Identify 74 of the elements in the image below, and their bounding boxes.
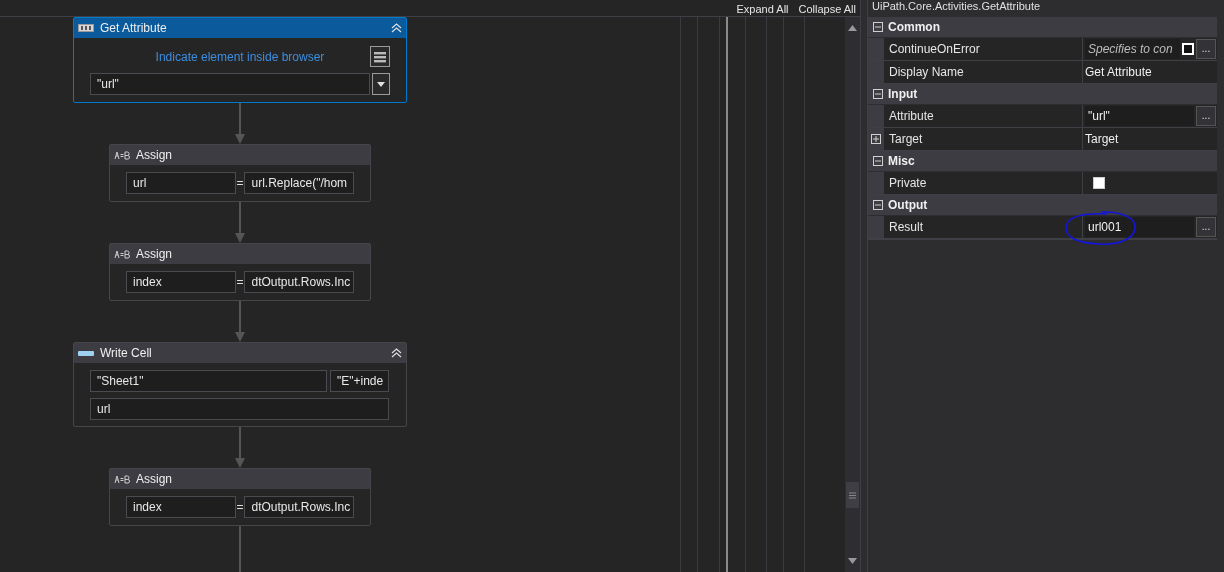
sheet-field[interactable]: "Sheet1" [90,370,327,392]
expression-field[interactable]: url001 [1085,217,1194,237]
assign-to-field[interactable]: index [126,271,236,293]
property-name: Result [884,216,1083,238]
expression-field[interactable]: "url" [1085,106,1194,126]
ellipsis-button[interactable]: ... [1196,39,1216,59]
connector-arrow [234,202,246,243]
collapse-box-icon[interactable] [873,89,883,99]
checkbox[interactable] [1093,177,1105,189]
dropdown-button[interactable] [372,73,390,95]
category-row[interactable]: Input [868,84,1217,105]
property-value[interactable]: Target [1085,132,1119,146]
equals-sign: = [235,275,245,289]
menu-icon [374,50,386,63]
property-name: Target [884,128,1083,150]
property-name: Private [884,172,1083,194]
category-row[interactable]: Output [868,195,1217,216]
connector-arrow [234,427,246,468]
collapse-box-icon[interactable] [873,22,883,32]
collapse-icon[interactable] [391,348,402,358]
activity-title: Write Cell [100,346,153,360]
scroll-down-icon[interactable] [848,558,857,564]
connector-arrow [234,103,246,144]
assign-icon [114,474,130,484]
connector-line [239,526,241,572]
category-row[interactable]: Common [868,17,1217,38]
assign-value-field[interactable]: dtOutput.Rows.Inc [244,496,354,518]
assign-value-field[interactable]: url.Replace("/hom [244,172,354,194]
assign-icon [114,150,130,160]
ellipsis-button[interactable]: ... [1196,217,1216,237]
activity-title: Get Attribute [100,21,168,35]
properties-title: UiPath.Core.Activities.GetAttribute [871,0,1042,14]
cell-icon [78,350,94,356]
assign-icon [114,249,130,259]
activity-card[interactable]: Assign index = dtOutput.Rows.Inc [109,243,371,301]
property-name: ContinueOnError [884,38,1083,60]
indicate-link[interactable]: Indicate element inside browser [155,49,325,64]
attribute-icon [78,24,94,32]
collapse-box-icon[interactable] [873,156,883,166]
category-row[interactable]: Misc [868,151,1217,172]
connector-arrow [234,301,246,342]
value-field[interactable]: url [90,398,389,420]
category-name: Misc [888,154,915,168]
expand-box-icon[interactable] [871,134,881,144]
cell-field[interactable]: "E"+inde [330,370,389,392]
collapse-box-icon[interactable] [873,200,883,210]
assign-value-field[interactable]: dtOutput.Rows.Inc [244,271,354,293]
menu-button[interactable] [370,46,390,67]
collapse-icon[interactable] [391,23,402,33]
assign-to-field[interactable]: index [126,496,236,518]
equals-sign: = [235,176,245,190]
scroll-up-icon[interactable] [848,25,857,31]
equals-sign: = [235,500,245,514]
category-name: Output [888,198,928,212]
activity-title: Assign [136,472,174,486]
assign-to-field[interactable]: url [126,172,236,194]
ellipsis-button[interactable]: ... [1196,106,1216,126]
activity-card[interactable]: Assign url = url.Replace("/hom [109,144,371,202]
property-name: Display Name [884,61,1083,83]
scroll-thumb[interactable] [846,482,859,508]
attribute-dropdown[interactable]: "url" [90,73,370,95]
activity-title: Assign [136,148,174,162]
collapse-all-link[interactable]: Collapse All [798,3,856,16]
property-name: Attribute [884,105,1083,127]
category-name: Common [888,20,940,34]
category-name: Input [888,87,918,101]
expand-all-link[interactable]: Expand All [736,3,789,16]
activity-card[interactable]: Get Attribute Indicate element inside browser "url" [73,17,407,103]
activity-card[interactable]: Assign index = dtOutput.Rows.Inc [109,468,371,526]
scrollbar[interactable] [845,17,860,572]
activity-title: Assign [136,247,174,261]
activity-card[interactable]: Write Cell "Sheet1" "E"+inde url [73,342,407,427]
expression-field[interactable]: Specifies to con [1085,39,1180,59]
caret-icon [377,81,385,87]
